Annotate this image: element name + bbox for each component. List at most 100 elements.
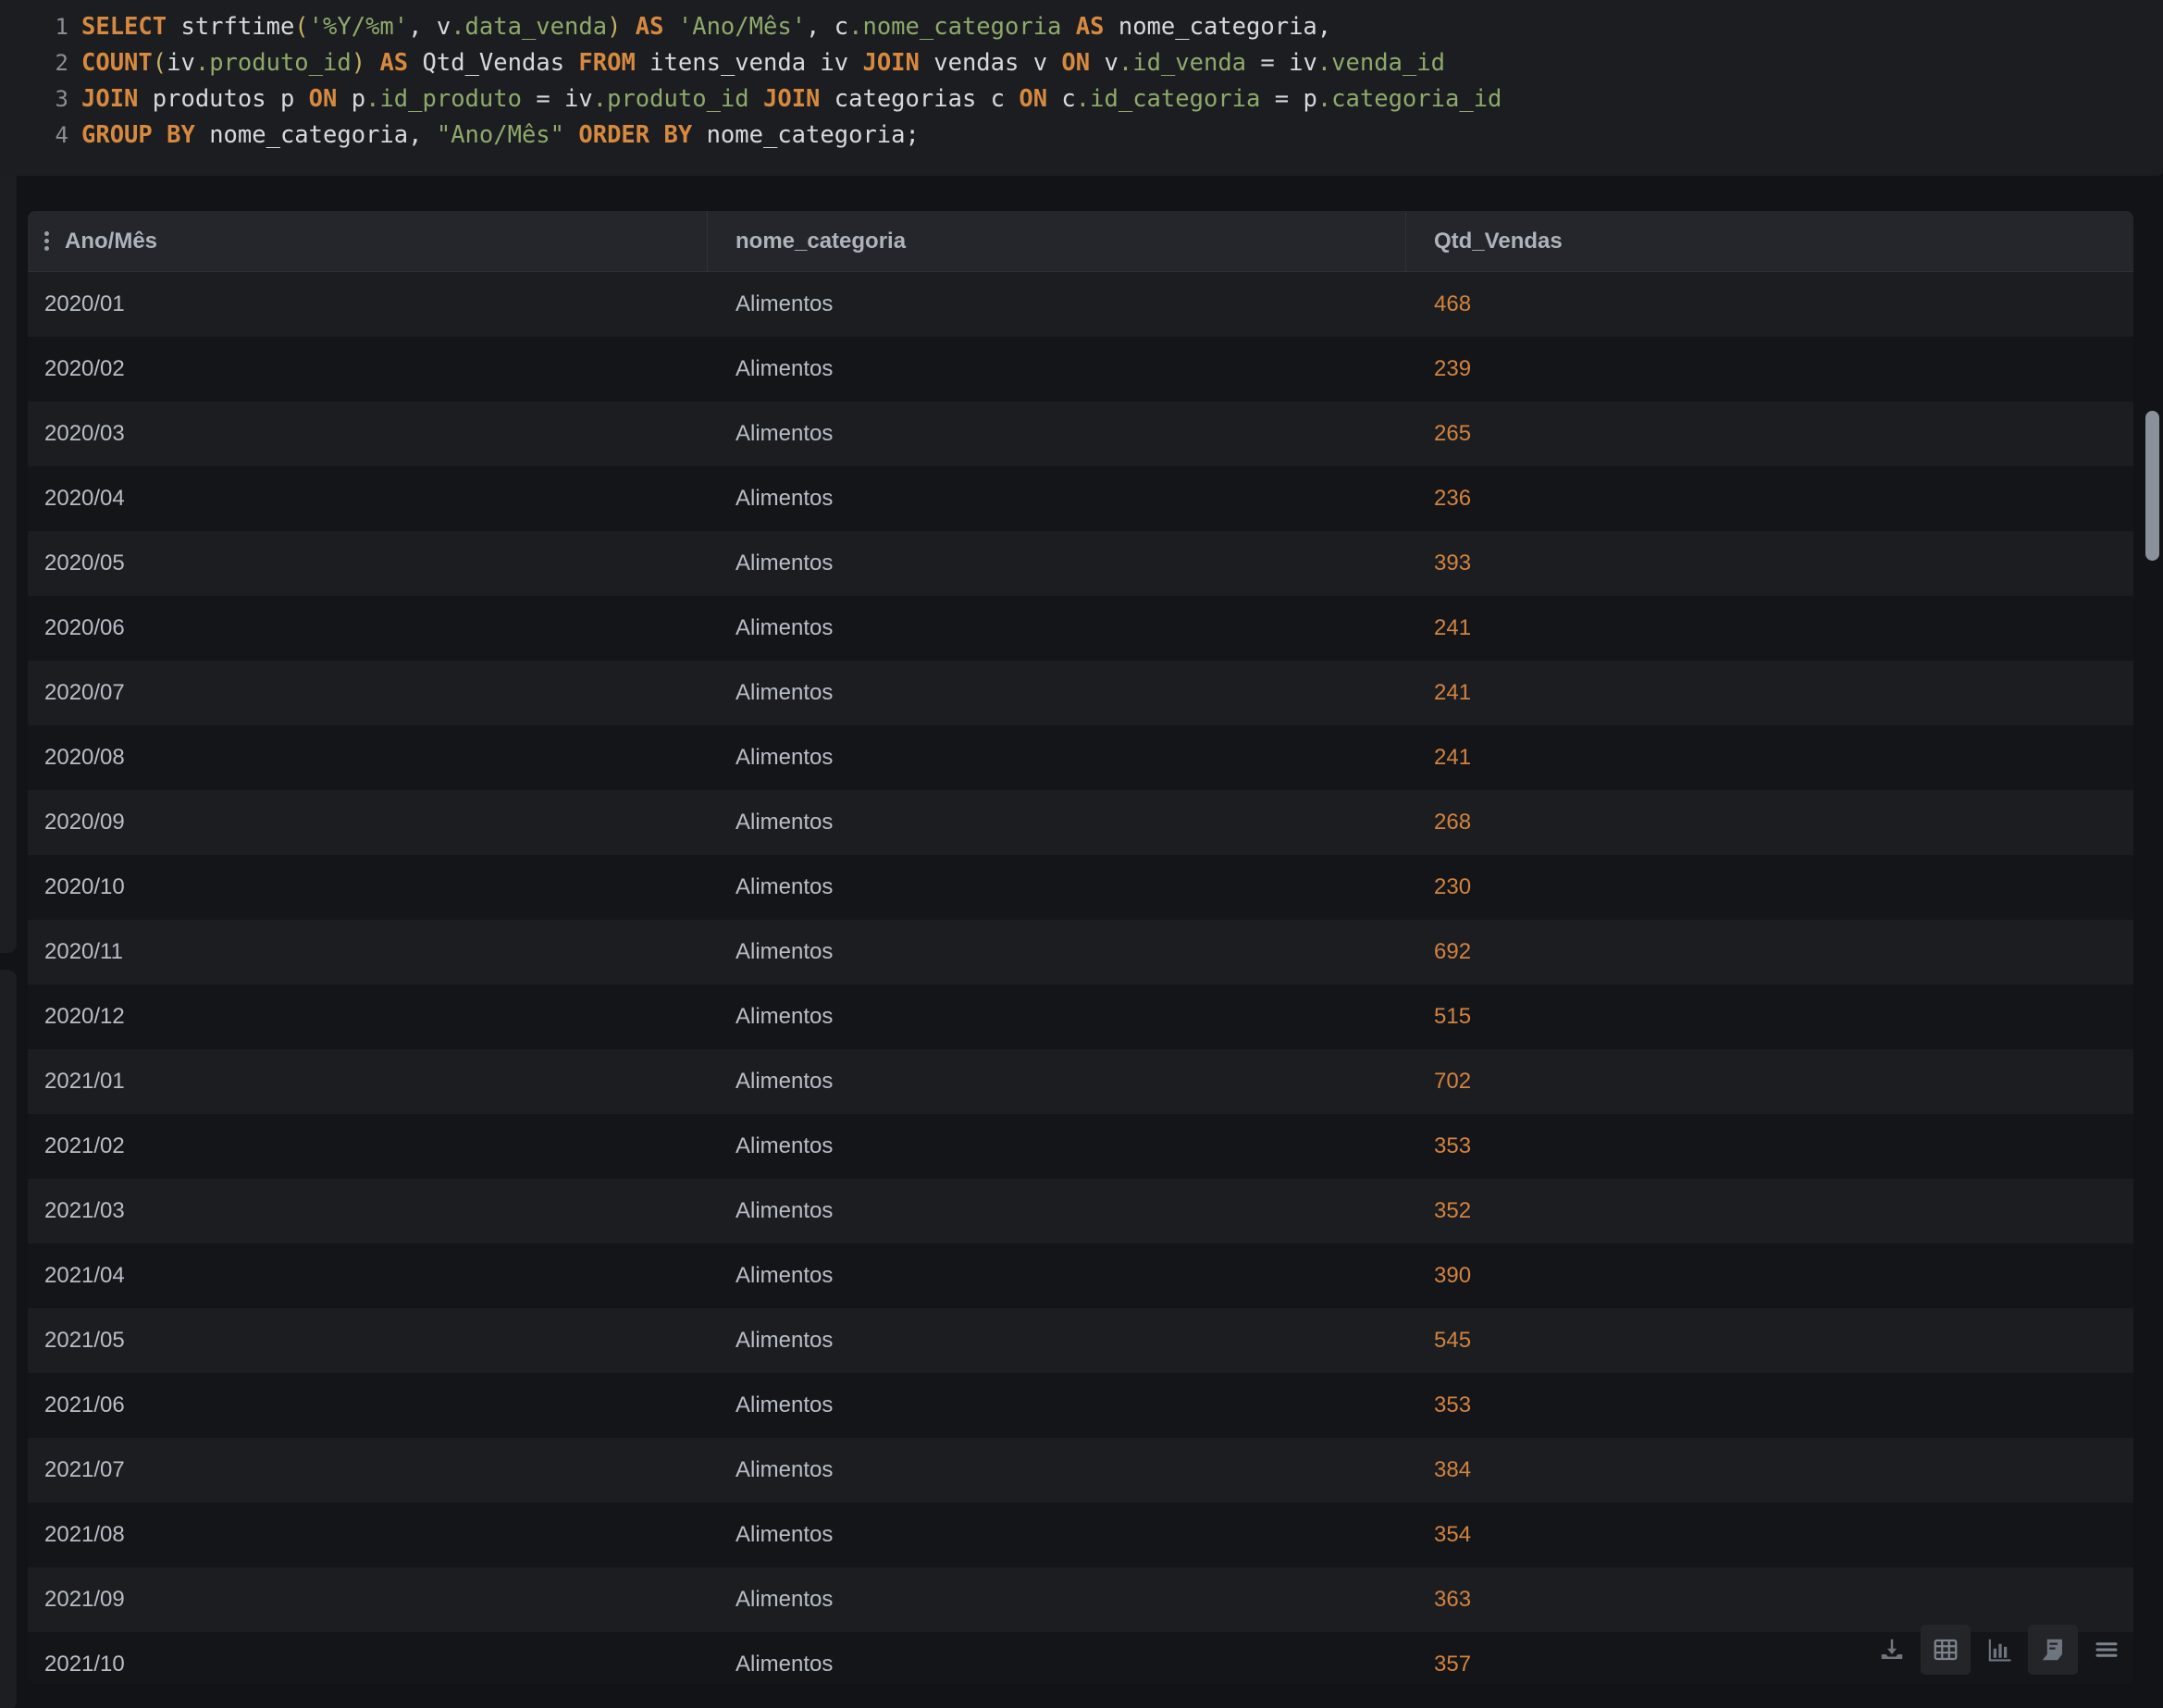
sql-code-lines[interactable]: 1 SELECT strftime('%Y/%m', v.data_venda) … — [0, 9, 2163, 154]
table-cell: 2020/01 — [44, 291, 125, 316]
sql-token-ident: .nome_categoria — [848, 13, 1062, 41]
hamburger-menu-icon[interactable] — [2082, 1625, 2132, 1675]
table-cell: 393 — [1434, 551, 1472, 576]
table-cell: Alimentos — [735, 810, 834, 835]
table-cell: Alimentos — [735, 1069, 834, 1094]
table-row[interactable]: 2021/04 Alimentos 390 — [28, 1244, 2133, 1308]
sql-token-plain: v — [1090, 49, 1119, 77]
table-row[interactable]: 2021/07 Alimentos 384 — [28, 1438, 2133, 1503]
sql-token-plain: = p — [1260, 85, 1317, 113]
table-cell: 2020/05 — [44, 551, 125, 576]
table-row[interactable]: 2020/07 Alimentos 241 — [28, 661, 2133, 725]
column-header-nome-categoria[interactable]: nome_categoria — [708, 211, 1406, 271]
line-number: 1 — [55, 14, 68, 40]
table-cell: 363 — [1434, 1587, 1472, 1612]
table-row[interactable]: 2020/01 Alimentos 468 — [28, 272, 2133, 337]
table-row[interactable]: 2021/01 Alimentos 702 — [28, 1049, 2133, 1114]
table-cell: 384 — [1434, 1457, 1472, 1482]
table-cell: Alimentos — [735, 1457, 834, 1482]
table-cell: Alimentos — [735, 615, 834, 640]
table-row[interactable]: 2020/10 Alimentos 230 — [28, 855, 2133, 920]
table-cell: 2020/09 — [44, 810, 125, 835]
table-row[interactable]: 2021/10 Alimentos 357 — [28, 1632, 2133, 1684]
sql-token-plain: nome_categoria, — [1104, 13, 1332, 41]
table-grid-icon[interactable] — [1921, 1625, 1971, 1675]
sql-editor-panel[interactable]: 1 SELECT strftime('%Y/%m', v.data_venda) … — [0, 0, 2163, 176]
book-icon[interactable] — [2028, 1625, 2078, 1675]
sql-token-ident: .id_produto — [365, 85, 522, 113]
table-cell: 354 — [1434, 1522, 1472, 1547]
sql-token-plain — [749, 85, 763, 113]
sql-token-ident: .produto_id — [592, 85, 749, 113]
table-cell: 2020/03 — [44, 421, 125, 446]
results-toolbar[interactable] — [1867, 1625, 2132, 1675]
sql-token-plain: produtos p — [138, 85, 309, 113]
table-cell: Alimentos — [735, 1522, 834, 1547]
kebab-menu-icon[interactable] — [44, 231, 49, 251]
sql-token-kw: FROM — [578, 49, 636, 77]
sql-code-line[interactable]: 1 SELECT strftime('%Y/%m', v.data_venda) … — [0, 9, 2163, 45]
table-cell: Alimentos — [735, 745, 834, 770]
sql-code-text: GROUP BY nome_categoria, "Ano/Mês" ORDER… — [81, 118, 920, 154]
sql-token-plain: Qtd_Vendas — [408, 49, 579, 77]
bar-chart-icon[interactable] — [1974, 1625, 2024, 1675]
table-row[interactable]: 2020/12 Alimentos 515 — [28, 984, 2133, 1049]
sql-code-line[interactable]: 2 COUNT(iv.produto_id) AS Qtd_Vendas FROM… — [0, 45, 2163, 81]
table-row[interactable]: 2020/02 Alimentos 239 — [28, 337, 2133, 402]
column-header-qtd-vendas[interactable]: Qtd_Vendas — [1406, 211, 2133, 271]
sql-code-line[interactable]: 4 GROUP BY nome_categoria, "Ano/Mês" ORDE… — [0, 118, 2163, 154]
sql-token-plain — [153, 121, 167, 149]
table-row[interactable]: 2021/09 Alimentos 363 — [28, 1567, 2133, 1632]
table-cell: 2020/07 — [44, 680, 125, 705]
table-row[interactable]: 2021/03 Alimentos 352 — [28, 1179, 2133, 1244]
table-cell: Alimentos — [735, 356, 834, 381]
table-row[interactable]: 2020/03 Alimentos 265 — [28, 402, 2133, 466]
table-row[interactable]: 2021/02 Alimentos 353 — [28, 1114, 2133, 1179]
sql-query-result-view: 1 SELECT strftime('%Y/%m', v.data_venda) … — [0, 0, 2163, 1708]
sql-token-plain — [564, 121, 578, 149]
sql-token-plain: , c — [806, 13, 849, 41]
sql-code-line[interactable]: 3 JOIN produtos p ON p.id_produto = iv.pr… — [0, 81, 2163, 118]
table-row[interactable]: 2020/08 Alimentos 241 — [28, 725, 2133, 790]
sql-token-kw: JOIN — [81, 85, 139, 113]
table-cell: Alimentos — [735, 291, 834, 316]
table-row[interactable]: 2020/11 Alimentos 692 — [28, 920, 2133, 984]
table-cell: Alimentos — [735, 1263, 834, 1288]
vertical-scrollbar-thumb[interactable] — [2145, 411, 2159, 561]
table-cell: Alimentos — [735, 1198, 834, 1223]
line-number: 2 — [55, 50, 68, 76]
column-header-label: Ano/Mês — [65, 228, 158, 254]
table-row[interactable]: 2021/05 Alimentos 545 — [28, 1308, 2133, 1373]
vertical-scrollbar-track[interactable] — [2143, 211, 2163, 1684]
table-row[interactable]: 2020/06 Alimentos 241 — [28, 596, 2133, 661]
table-cell: 265 — [1434, 421, 1472, 446]
sql-token-plain: iv — [167, 49, 195, 77]
table-row[interactable]: 2020/05 Alimentos 393 — [28, 531, 2133, 596]
table-cell: 241 — [1434, 615, 1472, 640]
table-cell: 2021/08 — [44, 1522, 125, 1547]
table-row[interactable]: 2020/09 Alimentos 268 — [28, 790, 2133, 855]
table-cell: 239 — [1434, 356, 1472, 381]
table-cell: 241 — [1434, 680, 1472, 705]
table-cell: Alimentos — [735, 1652, 834, 1677]
sql-token-kw: BY — [663, 121, 693, 149]
sql-token-plain — [664, 13, 678, 41]
column-header-ano-mes[interactable]: Ano/Mês — [28, 211, 708, 271]
table-cell: 2020/04 — [44, 486, 125, 511]
table-body[interactable]: 2020/01 Alimentos 468 2020/02 Alimentos 239 20… — [28, 272, 2133, 1684]
sql-token-plain: c — [1047, 85, 1076, 113]
sql-token-pun: ( — [294, 13, 309, 41]
sql-token-ident: .produto_id — [194, 49, 352, 77]
table-cell: 2021/03 — [44, 1198, 125, 1223]
table-row[interactable]: 2021/06 Alimentos 353 — [28, 1373, 2133, 1438]
table-cell: 2021/07 — [44, 1457, 125, 1482]
download-icon[interactable] — [1867, 1625, 1917, 1675]
sql-token-str: "Ano/Mês" — [436, 121, 565, 149]
sql-token-plain — [649, 121, 663, 149]
sql-token-pun: ) — [607, 13, 622, 41]
table-cell: 2021/05 — [44, 1328, 125, 1353]
table-row[interactable]: 2020/04 Alimentos 236 — [28, 466, 2133, 531]
sql-token-plain: nome_categoria; — [692, 121, 920, 149]
column-header-label: nome_categoria — [735, 228, 907, 254]
table-row[interactable]: 2021/08 Alimentos 354 — [28, 1503, 2133, 1567]
